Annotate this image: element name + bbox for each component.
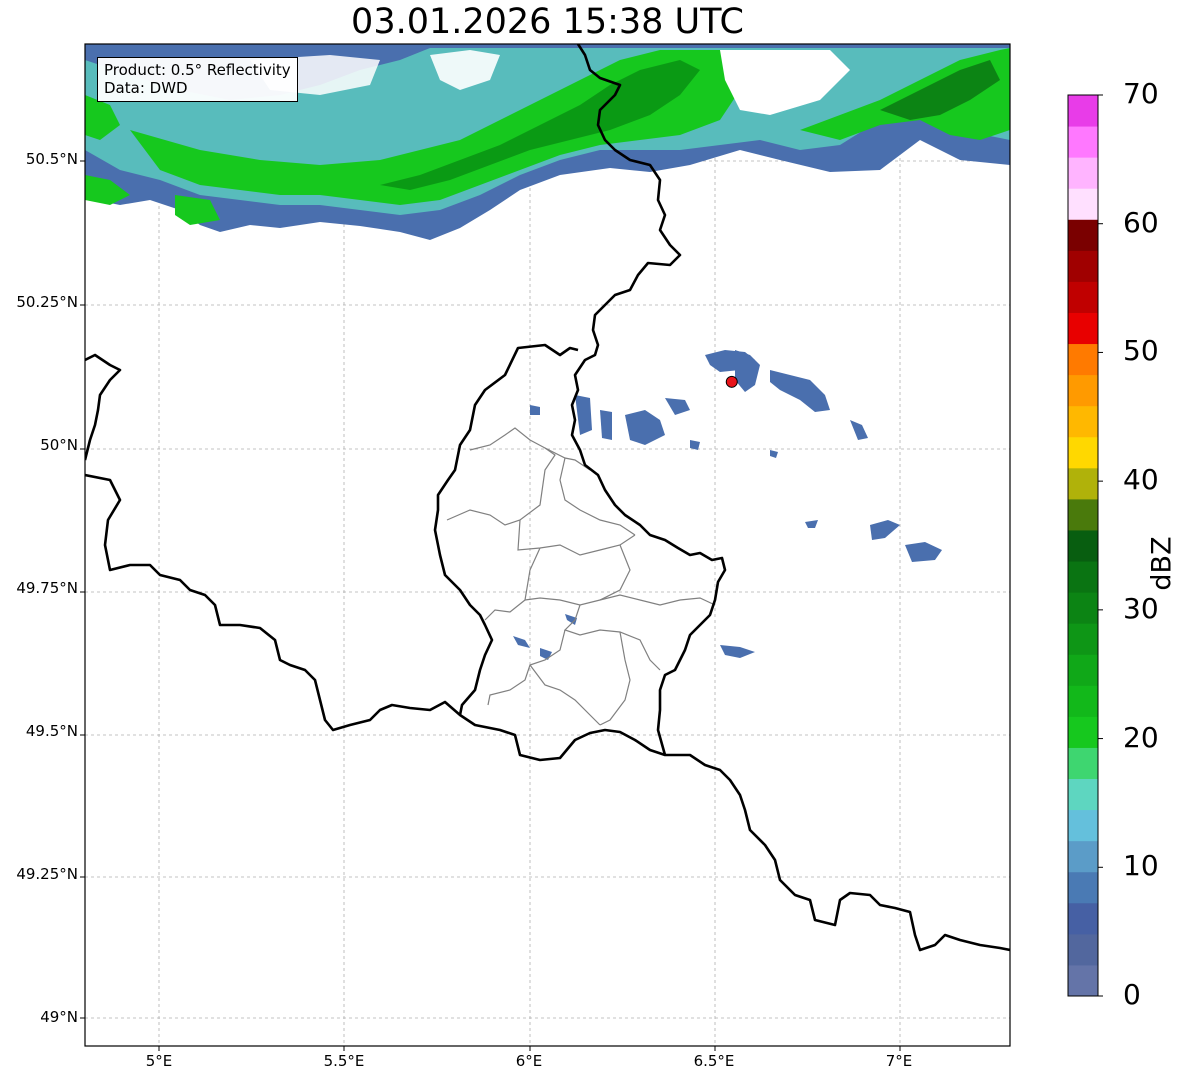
- radar-site-marker: [725, 375, 738, 388]
- colorbar-segment: [1068, 747, 1098, 780]
- lon-label: 5.5°E: [323, 1052, 365, 1070]
- colorbar-segment: [1068, 654, 1098, 686]
- colorbar-segment: [1068, 374, 1098, 407]
- colorbar-segment: [1068, 778, 1098, 811]
- info-box: Product: 0.5° Reflectivity Data: DWD: [97, 57, 298, 102]
- lat-tick-marks: [80, 160, 85, 1019]
- colorbar-segment: [1068, 188, 1098, 220]
- colorbar-segment: [1068, 964, 1098, 997]
- colorbar-segment: [1068, 871, 1098, 904]
- colorbar-segment: [1068, 840, 1098, 873]
- colorbar-segment: [1068, 157, 1098, 189]
- colorbar-segment: [1068, 312, 1098, 345]
- colorbar-segment: [1068, 529, 1098, 562]
- colorbar: [1067, 94, 1103, 997]
- lon-label: 6.5°E: [693, 1052, 735, 1070]
- lat-label: 50°N: [40, 435, 78, 454]
- product-label: Product: 0.5° Reflectivity: [104, 61, 291, 79]
- colorbar-segment: [1068, 95, 1098, 127]
- colorbar-tick-label: 40: [1123, 463, 1159, 497]
- colorbar-segment: [1068, 405, 1098, 438]
- colorbar-tick-label: 70: [1123, 77, 1159, 110]
- colorbar-segment: [1068, 436, 1098, 469]
- lat-label: 49°N: [40, 1008, 78, 1027]
- lat-label: 50.25°N: [16, 292, 78, 311]
- lon-tick-marks: [158, 1046, 901, 1051]
- lon-label: 7°E: [885, 1052, 913, 1070]
- lat-label: 49.25°N: [16, 865, 78, 884]
- colorbar-tick-label: 50: [1123, 334, 1159, 368]
- colorbar-segment: [1068, 592, 1098, 624]
- lat-label: 50.5°N: [25, 149, 78, 168]
- colorbar-segment: [1068, 716, 1098, 748]
- colorbar-segment: [1068, 933, 1098, 966]
- lon-label: 5°E: [145, 1052, 173, 1070]
- colorbar-tick-label: 20: [1123, 720, 1159, 754]
- colorbar-segment: [1068, 281, 1098, 313]
- colorbar-segment: [1068, 685, 1098, 717]
- data-source-label: Data: DWD: [104, 79, 188, 97]
- colorbar-segment: [1068, 250, 1098, 282]
- colorbar-segment: [1068, 219, 1098, 251]
- district-boundaries: [446, 427, 716, 726]
- colorbar-tick-label: 10: [1123, 849, 1159, 883]
- colorbar-segment: [1068, 467, 1098, 500]
- colorbar-segment: [1068, 809, 1098, 842]
- colorbar-segment: [1068, 498, 1098, 531]
- colorbar-segment: [1068, 623, 1098, 655]
- colorbar-tick-label: 0: [1123, 978, 1141, 1011]
- colorbar-segment: [1068, 126, 1098, 158]
- lon-label: 6°E: [515, 1052, 543, 1070]
- colorbar-label: dBZ: [1146, 536, 1178, 591]
- lat-label: 49.75°N: [16, 578, 78, 597]
- colorbar-tick-label: 60: [1123, 205, 1159, 239]
- lat-label: 49.5°N: [25, 722, 78, 741]
- colorbar-segment: [1068, 343, 1098, 376]
- radar-map[interactable]: [0, 0, 1202, 1081]
- colorbar-segment: [1068, 561, 1098, 593]
- colorbar-segment: [1068, 902, 1098, 935]
